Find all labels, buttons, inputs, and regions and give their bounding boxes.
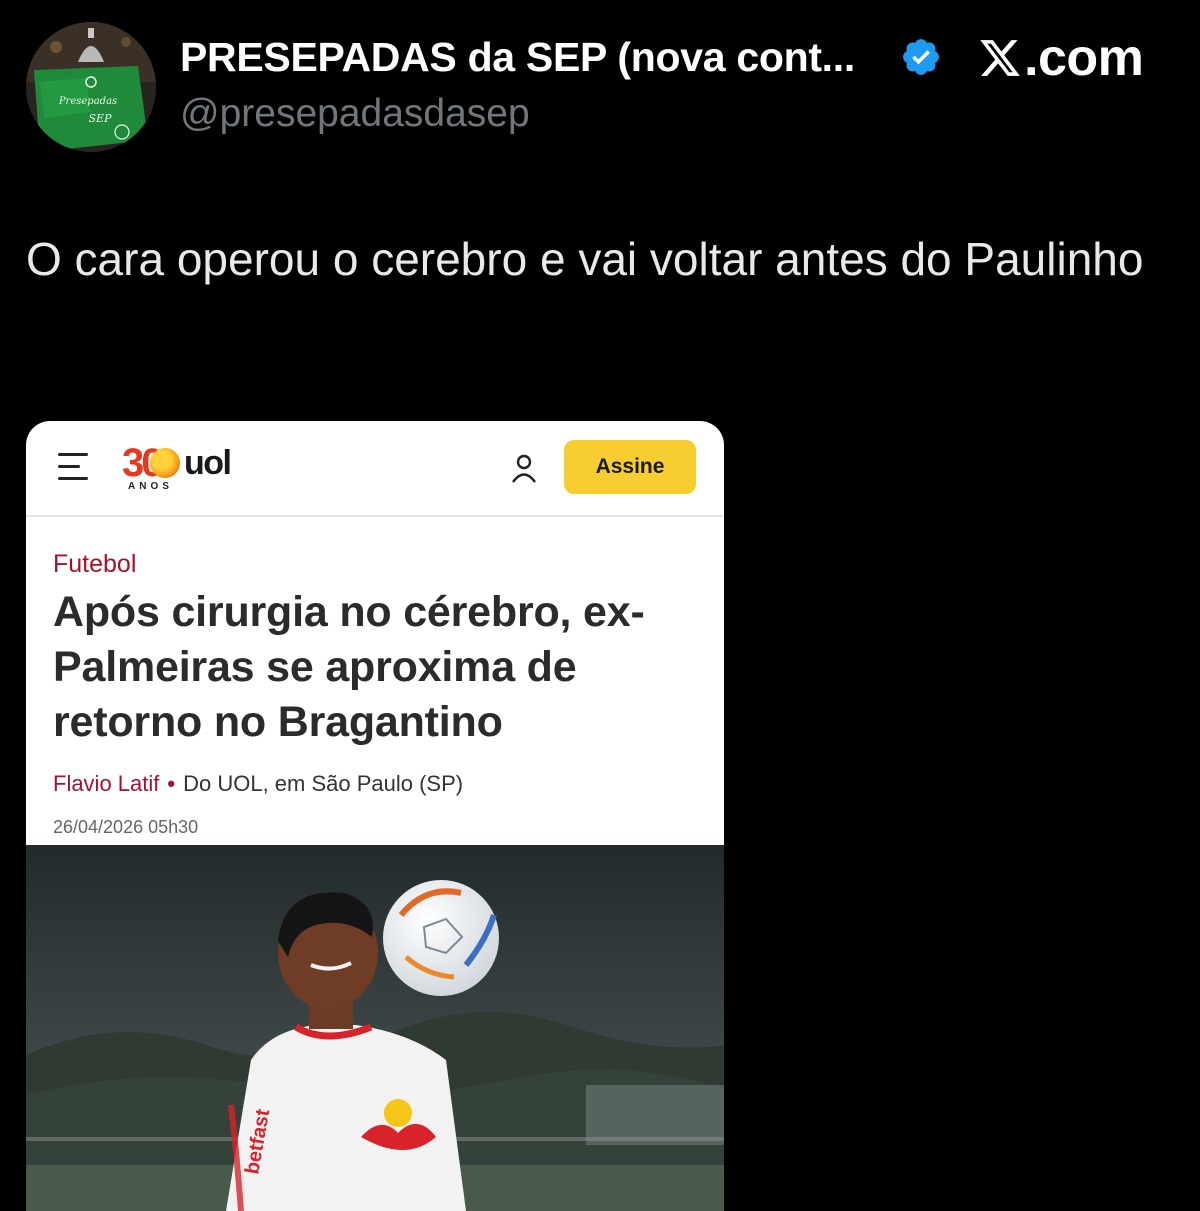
author-name[interactable]: Flavio Latif [53, 771, 159, 796]
logo-sun-icon [150, 448, 180, 478]
svg-text:Presepadas: Presepadas [58, 96, 117, 107]
article-photo: betfast [26, 845, 724, 1211]
verified-badge-icon [903, 39, 939, 75]
x-brand: .com [978, 29, 1144, 87]
x-logo-icon [980, 40, 1020, 76]
subscribe-button[interactable]: Assine [564, 440, 696, 494]
tweet-text: O cara operou o cerebro e vai voltar ant… [26, 233, 1144, 285]
article-headline: Após cirurgia no cérebro, ex-Palmeiras s… [53, 588, 645, 746]
section-label[interactable]: Futebol [53, 550, 136, 579]
user-icon[interactable] [510, 453, 538, 483]
uol-logo[interactable]: 30 uol ANOS [122, 443, 252, 493]
logo-anos: ANOS [128, 481, 173, 492]
display-name[interactable]: PRESEPADAS da SEP (nova cont... [180, 34, 855, 81]
byline: Flavio Latif • Do UOL, em São Paulo (SP) [53, 771, 463, 797]
avatar-photo: Presepadas SEP [26, 22, 156, 152]
hamburger-menu-icon[interactable] [58, 453, 88, 481]
author-location: Do UOL, em São Paulo (SP) [183, 771, 464, 796]
publish-date: 26/04/2026 05h30 [53, 817, 199, 837]
avatar[interactable]: Presepadas SEP [26, 22, 156, 152]
site-header: 30 uol ANOS Assine [26, 421, 724, 517]
brand-suffix: .com [1024, 29, 1144, 87]
svg-text:SEP: SEP [89, 112, 113, 125]
handle[interactable]: @presepadasdasep [180, 92, 530, 136]
byline-separator: • [167, 771, 176, 796]
logo-word: uol [184, 444, 232, 482]
article-screenshot[interactable]: 30 uol ANOS Assine Futebol Após cirurgia… [26, 421, 724, 1211]
